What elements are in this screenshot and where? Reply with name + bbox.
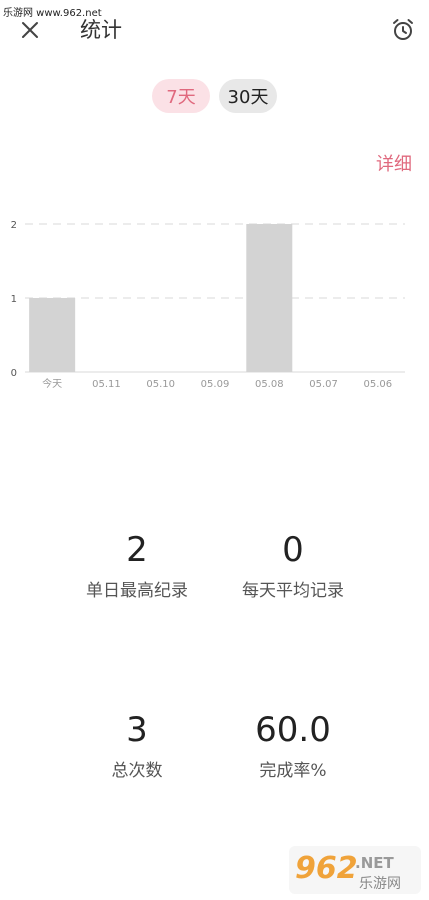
tab-7-days[interactable]: 7天: [152, 79, 210, 113]
page-title: 统计: [80, 18, 122, 42]
chart-y-tick-label: 1: [11, 294, 17, 305]
stat-completion-value: 60.0: [255, 710, 331, 750]
close-button[interactable]: [16, 16, 44, 44]
chart-x-tick-label: 05.07: [309, 379, 338, 390]
stat-completion-label: 完成率%: [259, 761, 327, 781]
chart-x-tick-label: 05.09: [201, 379, 230, 390]
alarm-button[interactable]: [389, 16, 417, 44]
stat-completion: 60.0 完成率%: [218, 710, 368, 781]
bar-chart: 0 1 2 今天 05.11 05.10 05.09 05.08 05.07 05.06: [11, 220, 405, 390]
close-icon: [22, 22, 38, 38]
stat-max-daily-value: 2: [126, 530, 148, 570]
stat-total-label: 总次数: [111, 761, 163, 781]
stat-daily-avg-label: 每天平均记录: [242, 581, 344, 601]
watermark-logo-sub: 乐游网: [359, 876, 401, 892]
chart-bar: [246, 224, 293, 372]
stat-daily-avg-value: 0: [282, 530, 304, 570]
chart-x-tick-label: 05.11: [92, 379, 121, 390]
watermark-logo: 962 .NET 乐游网: [289, 846, 421, 894]
chart-x-tick-label: 05.06: [364, 379, 393, 390]
watermark-logo-net: .NET: [355, 854, 394, 872]
chart-bar: [29, 298, 76, 372]
chart-y-tick-label: 2: [11, 220, 17, 231]
chart-x-tick-label: 05.08: [255, 379, 284, 390]
chart-x-tick-label: 今天: [42, 377, 62, 390]
alarm-clock-icon: [393, 19, 413, 40]
stat-total: 3 总次数: [62, 710, 212, 781]
period-tabs: 7天 30天: [0, 79, 429, 113]
watermark-logo-number: 962: [295, 851, 358, 886]
stat-max-daily: 2 单日最高纪录: [62, 530, 212, 601]
stat-total-value: 3: [126, 710, 148, 750]
detail-link[interactable]: 详细: [376, 150, 412, 176]
stat-max-daily-label: 单日最高纪录: [86, 581, 188, 601]
stat-daily-avg: 0 每天平均记录: [218, 530, 368, 601]
chart-x-tick-label: 05.10: [146, 379, 175, 390]
chart-y-tick-label: 0: [11, 368, 17, 379]
tab-30-days[interactable]: 30天: [219, 79, 277, 113]
